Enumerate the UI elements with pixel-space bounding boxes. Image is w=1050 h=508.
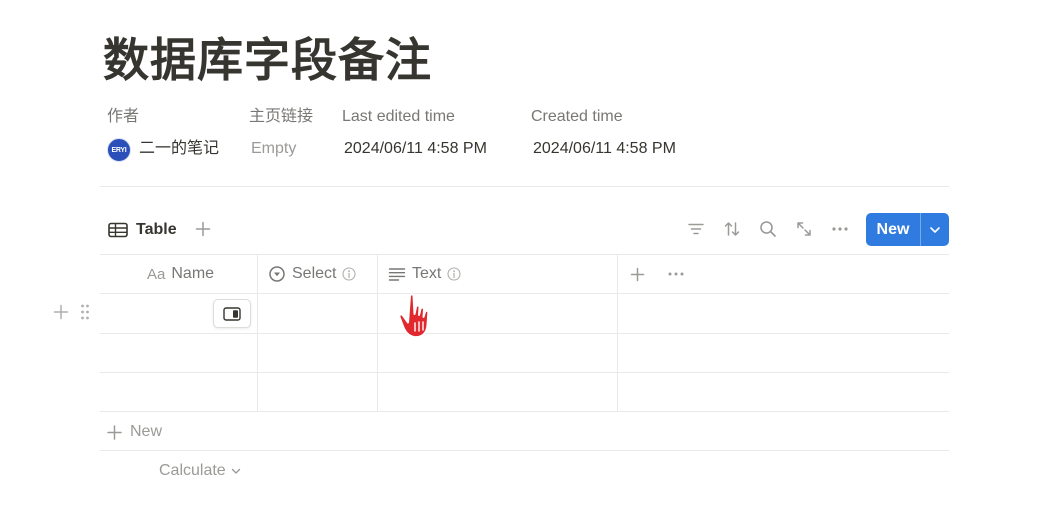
search-button[interactable] [757,218,779,240]
column-more-button[interactable] [665,263,687,285]
column-header-text[interactable]: Text [388,262,461,286]
chevron-down-icon [930,226,940,233]
cell-select[interactable] [258,373,377,411]
new-row-button[interactable]: New [107,421,162,443]
cell-select[interactable] [258,294,377,333]
column-header-label: Text [412,265,442,282]
add-view-button[interactable] [192,218,214,240]
column-header-label: Select [292,265,337,282]
property-label-author[interactable]: 作者 [107,106,139,128]
table-row [100,334,949,372]
property-label-homepage[interactable]: 主页链接 [249,106,313,128]
plus-icon [195,221,211,237]
new-button[interactable]: New [866,213,949,246]
search-icon [760,221,776,237]
info-icon[interactable] [447,267,461,281]
filter-icon [688,223,704,235]
cell-name[interactable] [100,294,205,333]
page-title[interactable]: 数据库字段备注 [103,30,432,90]
sort-button[interactable] [721,218,743,240]
more-button[interactable] [829,218,851,240]
hand-pointer-cursor-icon [398,293,430,339]
table-row [100,373,949,411]
property-value-homepage[interactable]: Empty [251,138,296,160]
table-border-top [100,254,949,255]
more-icon [668,272,684,276]
column-header-select[interactable]: Select [268,262,357,286]
calculate-label: Calculate [159,462,226,479]
cell-name[interactable] [100,373,257,411]
chevron-down-icon [231,468,240,474]
sort-icon [724,222,740,236]
cell-name[interactable] [100,334,257,372]
property-value-created: 2024/06/11 4:58 PM [533,140,676,157]
title-icon: Aa [147,265,166,283]
expand-button[interactable] [793,218,815,240]
drag-handle-icon [81,304,89,320]
info-icon[interactable] [342,267,357,281]
cell-select[interactable] [258,334,377,372]
avatar: ERYI [107,138,131,162]
select-icon [269,266,285,282]
property-label-last-edited[interactable]: Last edited time [342,106,455,128]
table-row [100,294,949,333]
drag-handle[interactable] [78,302,92,322]
plus-icon [107,424,122,440]
tab-table[interactable]: Table [108,218,177,242]
plus-icon [53,304,69,320]
calculate-button[interactable]: Calculate [159,460,241,482]
property-value-author[interactable]: 二一的笔记 [139,138,219,160]
add-column-button[interactable] [626,263,648,285]
property-value-last-edited: 2024/06/11 4:58 PM [344,140,487,157]
plus-icon [630,267,644,281]
new-row-label: New [130,423,163,440]
new-dropdown-button[interactable] [921,226,949,234]
expand-icon [797,222,811,236]
add-row-button[interactable] [52,302,70,322]
column-header-name[interactable]: Aa Name [147,262,214,286]
table-border-bottom [100,450,949,451]
more-icon [832,227,848,231]
new-button-label: New [876,220,910,238]
cell-text[interactable] [378,373,617,411]
tab-table-label: Table [136,221,177,238]
property-label-created[interactable]: Created time [531,106,623,128]
column-header-label: Name [171,265,215,282]
row-divider [100,411,949,412]
divider [100,186,949,187]
text-icon [388,268,406,281]
filter-button[interactable] [685,218,707,240]
table-icon [108,222,128,238]
